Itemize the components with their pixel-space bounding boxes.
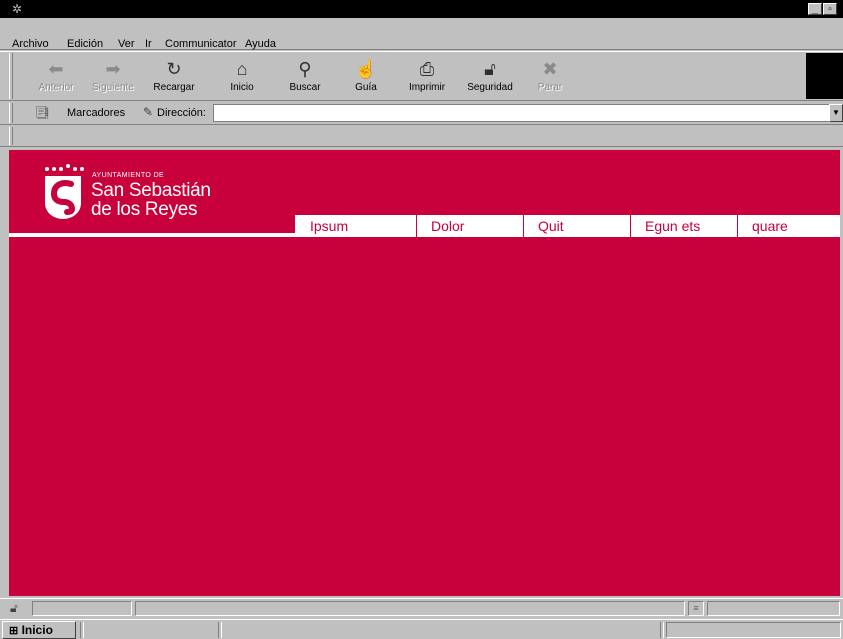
address-dropdown-button[interactable]: ▼ <box>829 104 843 122</box>
title-bar <box>0 0 843 18</box>
start-button[interactable]: ⊞ Inicio <box>2 621 76 639</box>
forward-button[interactable]: ➡ Siguiente <box>83 57 143 99</box>
lock-icon: 🔓︎ <box>484 59 496 79</box>
reload-button-label: Recargar <box>153 82 195 93</box>
menu-ir[interactable]: Ir <box>145 37 152 51</box>
back-arrow-icon: ⬅ <box>48 59 64 79</box>
back-button-label: Anterior <box>38 82 74 93</box>
menu-ayuda[interactable]: Ayuda <box>245 37 276 51</box>
personal-toolbar-grip[interactable] <box>9 127 13 145</box>
reload-button[interactable]: ↻ Recargar <box>144 57 204 99</box>
component-panel <box>707 601 840 616</box>
nav-link-dolor[interactable]: Dolor <box>417 216 523 234</box>
address-label: Dirección: <box>157 107 206 119</box>
start-button-label: Inicio <box>21 623 53 637</box>
menu-archivo[interactable]: Archivo <box>12 37 49 51</box>
home-button-label: Inicio <box>230 82 254 93</box>
stop-icon: ✖ <box>542 59 558 79</box>
personal-toolbar <box>0 125 843 147</box>
logo-subtitle: AYUNTAMIENTO DE <box>92 172 165 179</box>
nav-link-ipsum[interactable]: Ipsum <box>296 216 416 234</box>
nav-link-egun-ets[interactable]: Egun ets <box>631 216 737 234</box>
toolbar-grip[interactable] <box>9 53 13 99</box>
home-icon: ⌂ <box>236 59 248 79</box>
minimize-button[interactable]: _ <box>808 3 822 15</box>
guide-button[interactable]: ☝ Guía <box>336 57 396 99</box>
security-button[interactable]: 🔓︎ Seguridad <box>460 57 520 99</box>
windows-logo-icon: ⊞ <box>9 625 19 637</box>
location-toolbar-grip[interactable] <box>9 103 13 123</box>
logo-title-line2: de los Reyes <box>91 199 198 220</box>
netscape-app-icon[interactable]: ✲ <box>10 2 24 16</box>
search-button-label: Buscar <box>289 82 321 93</box>
forward-button-label: Siguiente <box>92 82 134 93</box>
menu-ver[interactable]: Ver <box>118 37 135 51</box>
print-button[interactable]: ⎙ Imprimir <box>397 57 457 99</box>
security-lock-icon[interactable]: 🔓︎ <box>10 601 18 616</box>
guide-button-label: Guía <box>355 82 377 93</box>
taskbar-divider <box>218 622 222 638</box>
menu-edicion[interactable]: Edición <box>67 37 103 51</box>
printer-icon: ⎙ <box>419 59 435 79</box>
search-icon: ⚲ <box>298 59 312 79</box>
stop-button-label: Parar <box>537 82 563 93</box>
print-button-label: Imprimir <box>408 82 446 93</box>
nav-link-quit[interactable]: Quit <box>524 216 630 234</box>
taskbar-divider <box>80 622 84 638</box>
logo-dots <box>45 164 84 171</box>
security-button-label: Seguridad <box>467 82 513 93</box>
netscape-throbber[interactable] <box>806 53 843 99</box>
bookmarks-button[interactable]: Marcadores <box>67 107 125 119</box>
restore-button[interactable]: ▫ <box>823 3 837 15</box>
status-text-panel <box>135 601 685 616</box>
component-bar-icon[interactable]: ≡ <box>688 601 704 616</box>
bookmarks-icon[interactable]: 📑︎ <box>34 105 51 121</box>
page-proxy-icon[interactable]: ✎ <box>143 105 153 119</box>
home-button[interactable]: ⌂ Inicio <box>212 57 272 99</box>
nav-link-quare[interactable]: quare <box>738 216 840 234</box>
stop-button[interactable]: ✖ Parar <box>520 57 580 99</box>
system-tray <box>666 622 841 638</box>
search-button[interactable]: ⚲ Buscar <box>275 57 335 99</box>
back-button[interactable]: ⬅ Anterior <box>26 57 86 99</box>
progress-panel <box>32 601 132 616</box>
forward-arrow-icon: ➡ <box>105 59 121 79</box>
city-crest-icon <box>45 176 81 219</box>
address-input[interactable] <box>213 104 830 122</box>
guide-icon: ☝ <box>354 59 378 79</box>
reload-icon: ↻ <box>166 59 182 79</box>
taskbar-divider <box>660 622 664 638</box>
menu-communicator[interactable]: Communicator <box>165 37 237 51</box>
